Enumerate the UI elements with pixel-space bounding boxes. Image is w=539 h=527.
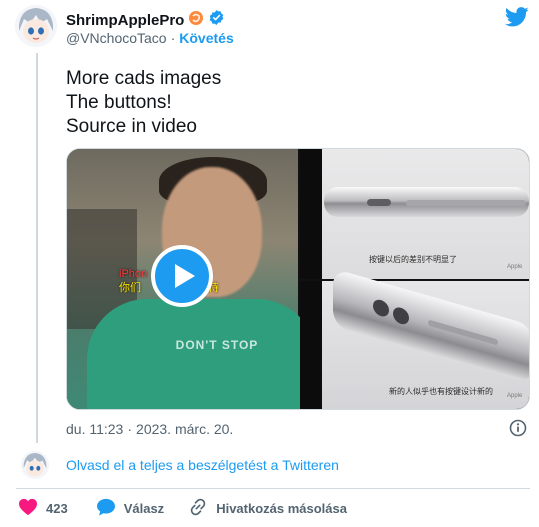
author-avatar[interactable] xyxy=(15,5,57,47)
like-count: 423 xyxy=(46,500,68,516)
author-handle-row: @VNchocoTaco · Követés xyxy=(66,30,234,46)
tweet-text-line: Source in video xyxy=(66,116,197,137)
volume-button-render xyxy=(406,200,526,206)
copy-link-label: Hivatkozás másolása xyxy=(216,500,347,516)
media-grid: DON'T STOP iPhon样子 你们等待 按键以后的差别不明显了 Appl… xyxy=(66,148,530,410)
action-button-render xyxy=(367,199,391,206)
heart-icon xyxy=(18,498,38,519)
speaker-shirt xyxy=(87,299,317,409)
image-bottom-caption: 新的人似乎也有按键设计新的 xyxy=(389,387,493,396)
video-caption-yellow-a: 你们 xyxy=(119,282,141,294)
camera-render xyxy=(373,297,389,319)
image-top-caption: 按键以后的差别不明显了 xyxy=(369,255,457,264)
follow-button[interactable]: Követés xyxy=(179,30,233,46)
shirt-print: DON'T STOP xyxy=(175,338,259,352)
author-display-name[interactable]: ShrimpApplePro xyxy=(66,12,184,29)
divider xyxy=(16,488,530,489)
image-watermark: Apple xyxy=(507,264,523,270)
thread-line xyxy=(36,53,38,443)
tweet-actions: 423 Válasz Hivatkozás másolása xyxy=(16,497,347,519)
play-button[interactable] xyxy=(151,245,213,307)
tweet-text-line: More cads images xyxy=(66,68,222,89)
camera-render xyxy=(393,305,409,327)
reply-bubble-icon xyxy=(96,498,116,519)
like-button[interactable]: 423 xyxy=(18,498,68,519)
side-button-render xyxy=(428,319,498,346)
thread-avatar[interactable] xyxy=(21,451,49,479)
tweet-timestamp[interactable]: du. 11:23 · 2023. márc. 20. xyxy=(66,421,233,437)
link-icon xyxy=(188,497,208,520)
tweet-text: More cads images The buttons! Source in … xyxy=(66,67,221,139)
image-letterbox xyxy=(300,281,322,409)
play-icon xyxy=(174,264,195,288)
video-thumbnail[interactable]: DON'T STOP iPhon样子 你们等待 xyxy=(67,149,317,409)
author-name-row[interactable]: ShrimpApplePro xyxy=(66,9,225,31)
verified-badge-icon xyxy=(208,9,225,31)
read-conversation-link[interactable]: Olvasd el a teljes a beszélgetést a Twit… xyxy=(66,457,339,473)
tweet-date[interactable]: 2023. márc. 20. xyxy=(136,421,233,437)
tweet-text-line: The buttons! xyxy=(66,92,172,113)
reply-button[interactable]: Válasz xyxy=(96,498,164,519)
info-icon[interactable] xyxy=(509,419,527,437)
handle-separator: · xyxy=(170,30,176,46)
author-handle[interactable]: @VNchocoTaco xyxy=(66,30,167,46)
shrimp-emoji-icon xyxy=(188,10,204,31)
reply-label: Válasz xyxy=(123,500,165,516)
twitter-bird-icon[interactable] xyxy=(504,6,529,28)
timestamp-separator: · xyxy=(127,421,133,437)
copy-link-button[interactable]: Hivatkozás másolása xyxy=(188,497,347,520)
phone-side-render xyxy=(324,187,529,217)
image-letterbox xyxy=(300,149,322,279)
tweet-time[interactable]: du. 11:23 xyxy=(66,421,123,437)
image-watermark: Apple xyxy=(507,393,523,399)
